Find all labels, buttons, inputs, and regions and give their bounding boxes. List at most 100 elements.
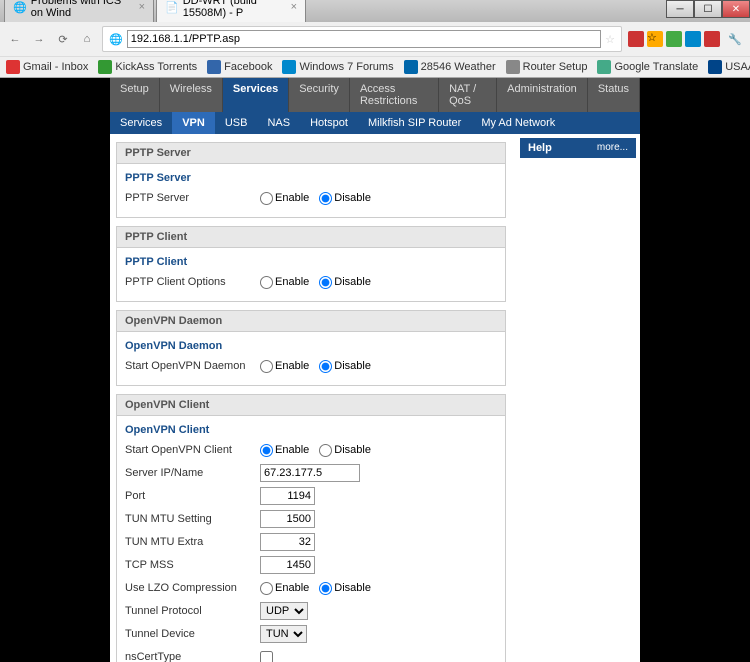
field-label: Use LZO Compression (125, 582, 260, 594)
tunnel-device-select[interactable]: TUN (260, 625, 307, 643)
port-input[interactable] (260, 487, 315, 505)
section-header: PPTP Server (117, 143, 505, 164)
tunnel-protocol-select[interactable]: UDP (260, 602, 308, 620)
radio-label: Disable (334, 192, 371, 204)
url-input[interactable] (127, 30, 601, 48)
subtab-milkfish[interactable]: Milkfish SIP Router (358, 112, 471, 134)
field-label: Start OpenVPN Client (125, 444, 260, 456)
tab-setup[interactable]: Setup (110, 78, 160, 112)
extension-icon[interactable] (685, 31, 701, 47)
url-input-wrapper[interactable]: 🌐 ☆ (102, 26, 622, 52)
home-icon[interactable]: ⌂ (78, 30, 96, 48)
sub-header: PPTP Client (125, 256, 497, 268)
pptp-server-enable-radio[interactable] (260, 192, 273, 205)
radio-label: Disable (334, 444, 371, 456)
maximize-button[interactable]: ☐ (694, 0, 722, 18)
field-label: Server IP/Name (125, 467, 260, 479)
radio-label: Enable (275, 444, 309, 456)
address-bar: ← → ⟳ ⌂ 🌐 ☆ ☆ 🔧 (0, 22, 750, 56)
section-header: OpenVPN Client (117, 395, 505, 416)
tab-bar: 🌐 Problems with ICS on Wind × 📄 DD-WRT (… (0, 0, 750, 22)
wrench-icon[interactable]: 🔧 (726, 30, 744, 48)
field-label: PPTP Client Options (125, 276, 260, 288)
server-ip-input[interactable] (260, 464, 360, 482)
bookmark-router[interactable]: Router Setup (506, 60, 588, 74)
tab-nat[interactable]: NAT / QoS (439, 78, 497, 112)
bookmark-star-icon[interactable]: ☆ (605, 33, 615, 46)
window-close-button[interactable]: ✕ (722, 0, 750, 18)
browser-tab[interactable]: 📄 DD-WRT (build 15508M) - P × (156, 0, 306, 22)
help-panel-header: Help more... (520, 138, 636, 158)
radio-label: Enable (275, 192, 309, 204)
tun-mtu-extra-input[interactable] (260, 533, 315, 551)
tab-title: Problems with ICS on Wind (31, 0, 135, 19)
openvpn-daemon-disable-radio[interactable] (319, 360, 332, 373)
tab-admin[interactable]: Administration (497, 78, 588, 112)
radio-label: Disable (334, 276, 371, 288)
sub-header: OpenVPN Client (125, 424, 497, 436)
bookmark-kickass[interactable]: KickAss Torrents (98, 60, 197, 74)
content-area: Setup Wireless Services Security Access … (0, 78, 750, 662)
field-label: Start OpenVPN Daemon (125, 360, 260, 372)
back-icon[interactable]: ← (6, 30, 24, 48)
radio-label: Enable (275, 360, 309, 372)
field-label: Port (125, 490, 260, 502)
tun-mtu-input[interactable] (260, 510, 315, 528)
bookmark-weather[interactable]: 28546 Weather (404, 60, 496, 74)
tcp-mss-input[interactable] (260, 556, 315, 574)
tab-services[interactable]: Services (223, 78, 289, 112)
tab-access[interactable]: Access Restrictions (350, 78, 439, 112)
forward-icon[interactable]: → (30, 30, 48, 48)
help-more-link[interactable]: more... (597, 142, 628, 154)
bookmark-usaa[interactable]: USAA (708, 60, 750, 74)
field-label: Tunnel Protocol (125, 605, 260, 617)
openvpn-daemon-enable-radio[interactable] (260, 360, 273, 373)
minimize-button[interactable]: ─ (666, 0, 694, 18)
radio-label: Enable (275, 582, 309, 594)
pptp-client-disable-radio[interactable] (319, 276, 332, 289)
extension-icon[interactable] (628, 31, 644, 47)
field-label: TCP MSS (125, 559, 260, 571)
main-tabs: Setup Wireless Services Security Access … (110, 78, 640, 112)
bookmark-facebook[interactable]: Facebook (207, 60, 272, 74)
globe-icon: 🌐 (109, 33, 123, 46)
bookmark-translate[interactable]: Google Translate (597, 60, 698, 74)
extension-icon[interactable] (704, 31, 720, 47)
openvpn-daemon-section: OpenVPN Daemon OpenVPN Daemon Start Open… (116, 310, 506, 386)
browser-tab[interactable]: 🌐 Problems with ICS on Wind × (4, 0, 154, 22)
page-icon: 📄 (165, 1, 179, 14)
tab-security[interactable]: Security (289, 78, 350, 112)
reload-icon[interactable]: ⟳ (54, 30, 72, 48)
subtab-vpn[interactable]: VPN (172, 112, 215, 134)
bookmark-gmail[interactable]: Gmail - Inbox (6, 60, 88, 74)
radio-label: Enable (275, 276, 309, 288)
tab-title: DD-WRT (build 15508M) - P (183, 0, 287, 19)
lzo-enable-radio[interactable] (260, 582, 273, 595)
section-header: PPTP Client (117, 227, 505, 248)
nscerttype-checkbox[interactable] (260, 651, 273, 662)
close-icon[interactable]: × (139, 1, 145, 13)
pptp-client-enable-radio[interactable] (260, 276, 273, 289)
subtab-nas[interactable]: NAS (257, 112, 300, 134)
help-title: Help (528, 142, 552, 154)
globe-icon: 🌐 (13, 1, 27, 14)
bookmark-win7[interactable]: Windows 7 Forums (282, 60, 393, 74)
openvpn-client-enable-radio[interactable] (260, 444, 273, 457)
field-label: TUN MTU Extra (125, 536, 260, 548)
bookmarks-bar: Gmail - Inbox KickAss Torrents Facebook … (0, 56, 750, 77)
tab-wireless[interactable]: Wireless (160, 78, 223, 112)
extension-icon[interactable]: ☆ (647, 31, 663, 47)
extension-icon[interactable] (666, 31, 682, 47)
subtab-adnetwork[interactable]: My Ad Network (471, 112, 565, 134)
lzo-disable-radio[interactable] (319, 582, 332, 595)
subtab-services[interactable]: Services (110, 112, 172, 134)
subtab-usb[interactable]: USB (215, 112, 258, 134)
sub-header: OpenVPN Daemon (125, 340, 497, 352)
close-icon[interactable]: × (291, 1, 297, 13)
field-label: nsCertType (125, 651, 260, 662)
tab-status[interactable]: Status (588, 78, 640, 112)
section-header: OpenVPN Daemon (117, 311, 505, 332)
openvpn-client-disable-radio[interactable] (319, 444, 332, 457)
subtab-hotspot[interactable]: Hotspot (300, 112, 358, 134)
pptp-server-disable-radio[interactable] (319, 192, 332, 205)
